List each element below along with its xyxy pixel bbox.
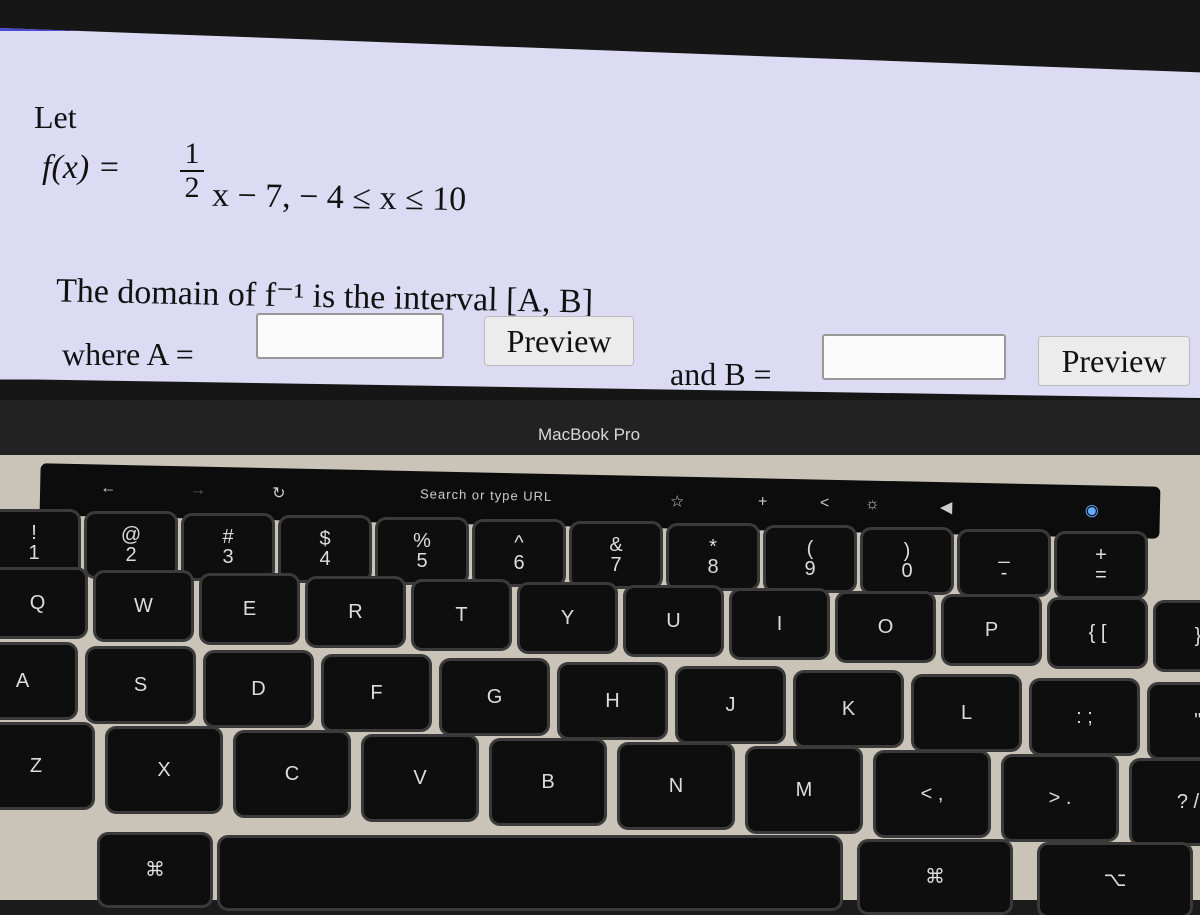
fraction: 12 [180, 139, 204, 203]
key-shift-symbol: * [709, 536, 717, 558]
key-6[interactable]: U [626, 588, 721, 654]
b-input[interactable] [822, 334, 1006, 380]
key-shift-symbol: % [413, 530, 431, 552]
key-6[interactable]: ^ 6 [475, 522, 563, 584]
key-5[interactable]: H [560, 665, 665, 737]
brand-label: MacBook Pro [538, 425, 641, 444]
key-8[interactable]: * 8 [669, 526, 757, 588]
key-shift-symbol: @ [120, 524, 142, 546]
key-shift-symbol: + [1095, 544, 1107, 566]
back-icon[interactable]: ← [100, 480, 116, 498]
siri-icon[interactable]: ◉ [1085, 500, 1099, 520]
forward-icon[interactable]: → [190, 481, 206, 499]
key-4[interactable]: B [492, 741, 604, 823]
key-5[interactable]: N [620, 745, 732, 827]
key-7[interactable]: I [732, 591, 827, 657]
key-5[interactable]: % 5 [378, 520, 466, 582]
key-2[interactable]: E [202, 576, 297, 642]
key-2[interactable]: D [206, 653, 311, 725]
key-0[interactable]: Q [0, 570, 85, 636]
key-2[interactable]: C [236, 733, 348, 815]
key-10[interactable]: " ' [1150, 685, 1200, 757]
command-key[interactable]: ⌘ [100, 835, 210, 905]
key-8[interactable]: > . [1004, 757, 1116, 839]
key-symbol: 0 [901, 560, 913, 582]
key-symbol: = [1095, 564, 1107, 586]
key-symbol: 6 [513, 552, 525, 574]
key-symbol: 9 [804, 558, 816, 580]
key-shift-symbol: ( [806, 538, 814, 560]
reload-icon[interactable]: ↻ [272, 483, 286, 503]
preview-a-button[interactable]: Preview [484, 316, 634, 366]
key-1[interactable]: X [108, 729, 220, 811]
key-4[interactable]: $4 [281, 518, 369, 580]
key-9[interactable]: : ; [1032, 681, 1137, 753]
key-shift-symbol: ^ [514, 532, 524, 554]
key-1[interactable]: W [96, 573, 191, 639]
key-symbol: 1 [28, 542, 40, 564]
key-10[interactable]: { [ [1050, 600, 1145, 666]
space-key[interactable] [220, 838, 840, 908]
key-3[interactable]: R [308, 579, 403, 645]
let-text: Let [34, 99, 77, 135]
command-key-right[interactable]: ⌘ [860, 842, 1010, 912]
key-shift-symbol: ! [31, 522, 37, 544]
key-=[interactable]: + = [1057, 534, 1145, 596]
key-8[interactable]: O [838, 594, 933, 660]
option-key[interactable]: ⌥ [1040, 845, 1190, 915]
key-0[interactable]: ) 0 [863, 530, 951, 592]
key-shift-symbol: _ [998, 542, 1010, 564]
key-0[interactable]: Z [0, 725, 92, 807]
key-9[interactable]: ? / [1132, 761, 1200, 843]
key-11[interactable]: } ] [1156, 603, 1200, 669]
numerator: 1 [184, 137, 200, 170]
and-b-label: and B = [670, 356, 772, 392]
key-9[interactable]: P [944, 597, 1039, 663]
a-input[interactable] [256, 313, 444, 359]
key-2[interactable]: @2 [87, 514, 175, 576]
key--[interactable]: _ - [960, 532, 1048, 594]
brightness-icon[interactable]: ☼ [865, 496, 880, 514]
key-symbol: 3 [222, 546, 234, 568]
key-7[interactable]: & 7 [572, 524, 660, 586]
key-6[interactable]: J [678, 669, 783, 741]
key-3[interactable]: V [364, 737, 476, 819]
key-3[interactable]: #3 [184, 516, 272, 578]
key-symbol: - [1000, 562, 1008, 584]
key-symbol: 7 [610, 554, 622, 576]
preview-b-button[interactable]: Preview [1038, 336, 1190, 386]
key-0[interactable]: A [0, 645, 75, 717]
denominator: 2 [184, 171, 200, 204]
key-1[interactable]: ! 1 [0, 512, 78, 574]
key-6[interactable]: M [748, 749, 860, 831]
key-shift-symbol: # [222, 526, 234, 548]
key-symbol: 8 [707, 556, 719, 578]
key-7[interactable]: K [796, 673, 901, 745]
key-5[interactable]: Y [520, 585, 615, 651]
brightness-less-icon[interactable]: < [820, 495, 830, 513]
function-label: f(x) = [42, 149, 121, 186]
problem-page: Let f(x) = 12 x − 7, − 4 ≤ x ≤ 10 The do… [0, 28, 1200, 398]
search-url[interactable]: Search or type URL [420, 486, 552, 504]
new-tab-icon[interactable]: + [758, 493, 768, 511]
key-1[interactable]: S [88, 649, 193, 721]
bookmark-icon[interactable]: ☆ [670, 491, 685, 511]
volume-icon[interactable]: ◀ [940, 497, 953, 517]
key-symbol: 4 [319, 548, 331, 570]
key-shift-symbol: $ [319, 528, 331, 550]
key-9[interactable]: (9 [766, 528, 854, 590]
laptop-screen: Let f(x) = 12 x − 7, − 4 ≤ x ≤ 10 The do… [0, 0, 1200, 400]
function-rest: x − 7, − 4 ≤ x ≤ 10 [211, 176, 467, 219]
key-shift-symbol: & [609, 534, 623, 556]
key-4[interactable]: T [414, 582, 509, 648]
key-3[interactable]: F [324, 657, 429, 729]
key-7[interactable]: < , [876, 753, 988, 835]
key-symbol: 2 [125, 544, 137, 566]
key-4[interactable]: G [442, 661, 547, 733]
key-symbol: 5 [416, 550, 428, 572]
key-shift-symbol: ) [903, 540, 911, 562]
key-8[interactable]: L [914, 677, 1019, 749]
where-a-label: where A = [62, 336, 194, 372]
